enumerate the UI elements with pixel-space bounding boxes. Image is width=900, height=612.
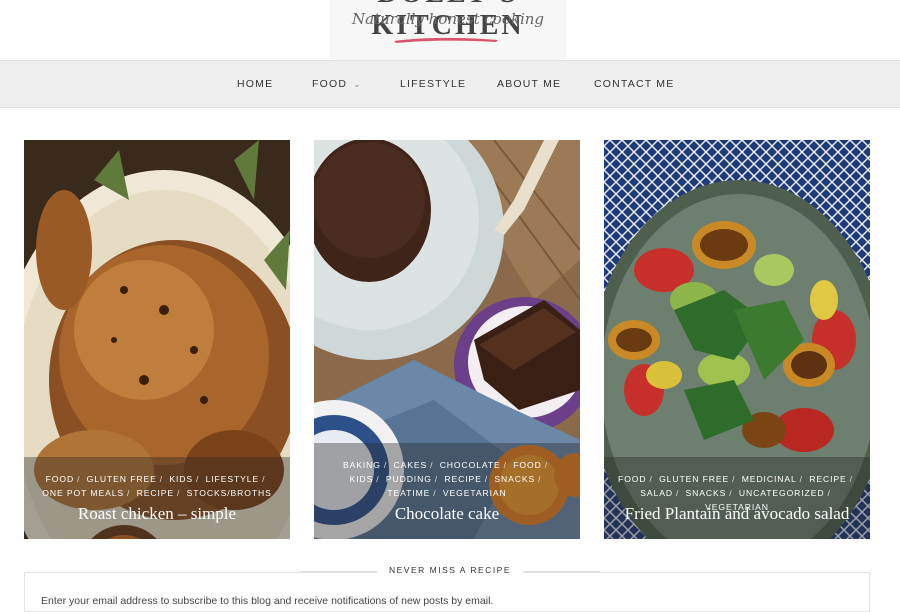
tag-link[interactable]: RECIPE <box>809 474 846 484</box>
tag-link[interactable]: FOOD <box>618 474 646 484</box>
post-title[interactable]: Fried Plantain and avocado salad <box>604 504 870 524</box>
tag-link[interactable]: KIDS <box>350 474 374 484</box>
post-card-chocolate-cake[interactable]: BAKING / CAKES / CHOCOLATE / FOOD / KIDS / PU… <box>314 140 580 539</box>
tag-separator: / <box>127 488 131 498</box>
tag-list: FOOD / GLUTEN FREE / KIDS / LIFESTYLE / ONE … <box>38 472 276 500</box>
tag-separator: / <box>675 488 680 498</box>
nav-item-lifestyle[interactable]: LIFESTYLE <box>400 61 466 109</box>
tag-separator: / <box>430 460 434 470</box>
tag-list: BAKING / CAKES / CHOCOLATE / FOOD / KIDS / PU… <box>328 458 566 500</box>
site-header: DOLLY'S KITCHEN Naturally honest cooking <box>0 0 900 60</box>
tag-separator: / <box>849 474 853 484</box>
tag-separator: / <box>433 488 437 498</box>
tag-link[interactable]: TEATIME <box>387 488 430 498</box>
newsletter-heading: NEVER MISS A RECIPE <box>0 565 900 575</box>
tag-separator: / <box>799 474 803 484</box>
nav-item-contact-me[interactable]: CONTACT ME <box>594 61 674 109</box>
tag-separator: / <box>376 474 380 484</box>
tag-separator: / <box>827 488 831 498</box>
tag-separator: / <box>177 488 181 498</box>
tag-link[interactable]: SALAD <box>640 488 673 498</box>
tag-link[interactable]: VEGETARIAN <box>443 488 507 498</box>
tag-link[interactable]: FOOD <box>46 474 74 484</box>
tag-link[interactable]: KIDS <box>169 474 193 484</box>
tag-link[interactable]: UNCATEGORIZED <box>739 488 825 498</box>
tag-separator: / <box>262 474 266 484</box>
tag-link[interactable]: GLUTEN FREE <box>87 474 157 484</box>
tag-separator: / <box>503 460 507 470</box>
post-card-fried-plantain[interactable]: FOOD / GLUTEN FREE / MEDICINAL / RECIPE / SA… <box>604 140 870 539</box>
post-title[interactable]: Roast chicken – simple <box>24 504 290 524</box>
brush-stroke-icon <box>394 37 498 43</box>
tag-separator: / <box>729 488 733 498</box>
tag-separator: / <box>732 474 736 484</box>
tag-link[interactable]: ONE POT MEALS <box>42 488 124 498</box>
newsletter-heading-label: NEVER MISS A RECIPE <box>376 565 524 575</box>
tag-link[interactable]: MEDICINAL <box>742 474 797 484</box>
tag-separator: / <box>77 474 81 484</box>
tag-link[interactable]: CAKES <box>393 460 427 470</box>
nav-item-about-me[interactable]: ABOUT ME <box>497 61 561 109</box>
tag-link[interactable]: LIFESTYLE <box>206 474 259 484</box>
tag-link[interactable]: PUDDING <box>386 474 432 484</box>
tag-separator: / <box>649 474 653 484</box>
tag-separator: / <box>196 474 200 484</box>
tag-link[interactable]: SNACKS <box>494 474 535 484</box>
post-card-roast-chicken[interactable]: FOOD / GLUTEN FREE / KIDS / LIFESTYLE / ONE … <box>24 140 290 539</box>
tag-link[interactable]: BAKING <box>343 460 381 470</box>
tag-separator: / <box>484 474 489 484</box>
tag-link[interactable]: FOOD <box>513 460 541 470</box>
nav-item-home[interactable]: HOME <box>237 61 273 109</box>
nav-item-food[interactable]: FOOD ⌄ <box>312 61 362 109</box>
tag-separator: / <box>383 460 388 470</box>
nav-item-food-label: FOOD <box>312 78 348 90</box>
tag-link[interactable]: CHOCOLATE <box>440 460 501 470</box>
tag-link[interactable]: RECIPE <box>137 488 174 498</box>
tag-link[interactable]: GLUTEN FREE <box>659 474 729 484</box>
tag-link[interactable]: RECIPE <box>444 474 481 484</box>
main-nav: HOME FOOD ⌄ LIFESTYLE ABOUT ME CONTACT ME <box>0 60 900 108</box>
tag-separator: / <box>159 474 164 484</box>
tag-separator: / <box>434 474 439 484</box>
chevron-down-icon: ⌄ <box>353 79 362 89</box>
tag-separator: / <box>538 474 542 484</box>
tag-separator: / <box>544 460 548 470</box>
tag-link[interactable]: STOCKS/BROTHS <box>187 488 272 498</box>
newsletter-text: Enter your email address to subscribe to… <box>41 595 494 607</box>
newsletter-box: Enter your email address to subscribe to… <box>24 572 870 612</box>
post-title[interactable]: Chocolate cake <box>314 504 580 524</box>
tag-link[interactable]: SNACKS <box>686 488 727 498</box>
site-logo[interactable]: DOLLY'S KITCHEN Naturally honest cooking <box>330 0 566 60</box>
logo-tagline: Naturally honest cooking <box>351 10 545 28</box>
